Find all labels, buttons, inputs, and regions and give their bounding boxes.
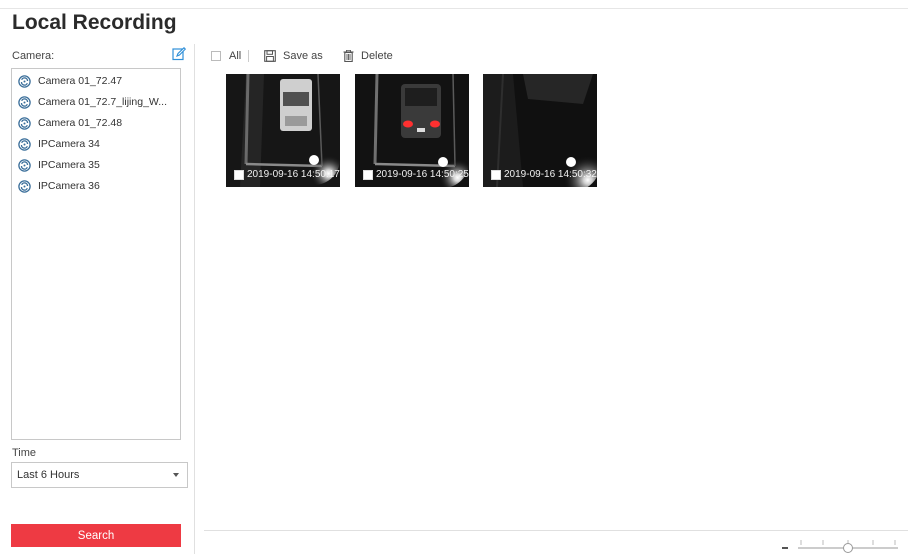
delete-button[interactable]: Delete xyxy=(343,48,393,64)
camera-icon xyxy=(18,116,31,130)
zoom-out-icon[interactable] xyxy=(782,547,788,549)
save-as-label: Save as xyxy=(283,50,323,62)
time-range-select[interactable]: Last 6 Hours xyxy=(11,462,188,488)
thumbnail-timestamp: 2019-09-16 14:50:17 xyxy=(247,169,340,180)
thumbnail-size-slider[interactable] xyxy=(798,537,898,554)
recording-thumbnail[interactable]: 2019-09-16 14:50:25 xyxy=(355,74,469,187)
camera-item[interactable]: IPCamera 36 xyxy=(18,177,100,195)
camera-list[interactable]: Camera 01_72.47 Camera 01_72.7_lijing_W.… xyxy=(11,68,181,440)
camera-label: Camera: xyxy=(12,50,55,62)
time-label: Time xyxy=(12,447,37,459)
camera-icon xyxy=(18,95,31,109)
recording-thumbnail[interactable]: 2019-09-16 14:50:32 xyxy=(483,74,597,187)
search-button[interactable]: Search xyxy=(11,524,181,547)
camera-item-label: IPCamera 34 xyxy=(38,138,100,150)
thumbnail-checkbox[interactable] xyxy=(363,170,373,180)
trash-icon xyxy=(343,50,354,62)
toolbar-separator xyxy=(248,50,249,62)
delete-label: Delete xyxy=(361,50,393,62)
camera-item-label: Camera 01_72.47 xyxy=(38,75,123,87)
camera-item[interactable]: IPCamera 34 xyxy=(18,135,100,153)
floppy-disk-icon xyxy=(264,50,276,62)
camera-item[interactable]: Camera 01_72.47 xyxy=(18,72,122,90)
camera-icon xyxy=(18,179,31,193)
select-all-label: All xyxy=(229,50,242,62)
thumbnail-checkbox[interactable] xyxy=(234,170,244,180)
camera-item-label: IPCamera 35 xyxy=(38,159,100,171)
camera-item-label: Camera 01_72.7_lijing_W... xyxy=(38,96,167,108)
thumbnail-timestamp: 2019-09-16 14:50:25 xyxy=(376,169,469,180)
page-title: Local Recording xyxy=(12,11,177,34)
camera-icon xyxy=(18,74,31,88)
save-as-button[interactable]: Save as xyxy=(264,48,323,64)
edit-icon[interactable] xyxy=(172,47,187,61)
thumbnail-timestamp: 2019-09-16 14:50:32 xyxy=(504,169,597,180)
camera-item[interactable]: Camera 01_72.48 xyxy=(18,114,122,132)
panel-divider xyxy=(194,44,195,554)
camera-icon xyxy=(18,158,31,172)
camera-item-label: IPCamera 36 xyxy=(38,180,100,192)
camera-item[interactable]: IPCamera 35 xyxy=(18,156,100,174)
checkbox-icon xyxy=(211,51,221,61)
chevron-down-icon xyxy=(173,473,179,477)
time-range-value: Last 6 Hours xyxy=(17,469,80,481)
camera-icon xyxy=(18,137,31,151)
camera-item[interactable]: Camera 01_72.7_lijing_W... xyxy=(18,93,167,111)
thumbnail-checkbox[interactable] xyxy=(491,170,501,180)
top-divider xyxy=(0,8,908,9)
recording-thumbnail[interactable]: 2019-09-16 14:50:17 xyxy=(226,74,340,187)
select-all-checkbox[interactable]: All xyxy=(211,48,241,64)
bottom-divider xyxy=(204,530,908,531)
camera-item-label: Camera 01_72.48 xyxy=(38,117,123,129)
